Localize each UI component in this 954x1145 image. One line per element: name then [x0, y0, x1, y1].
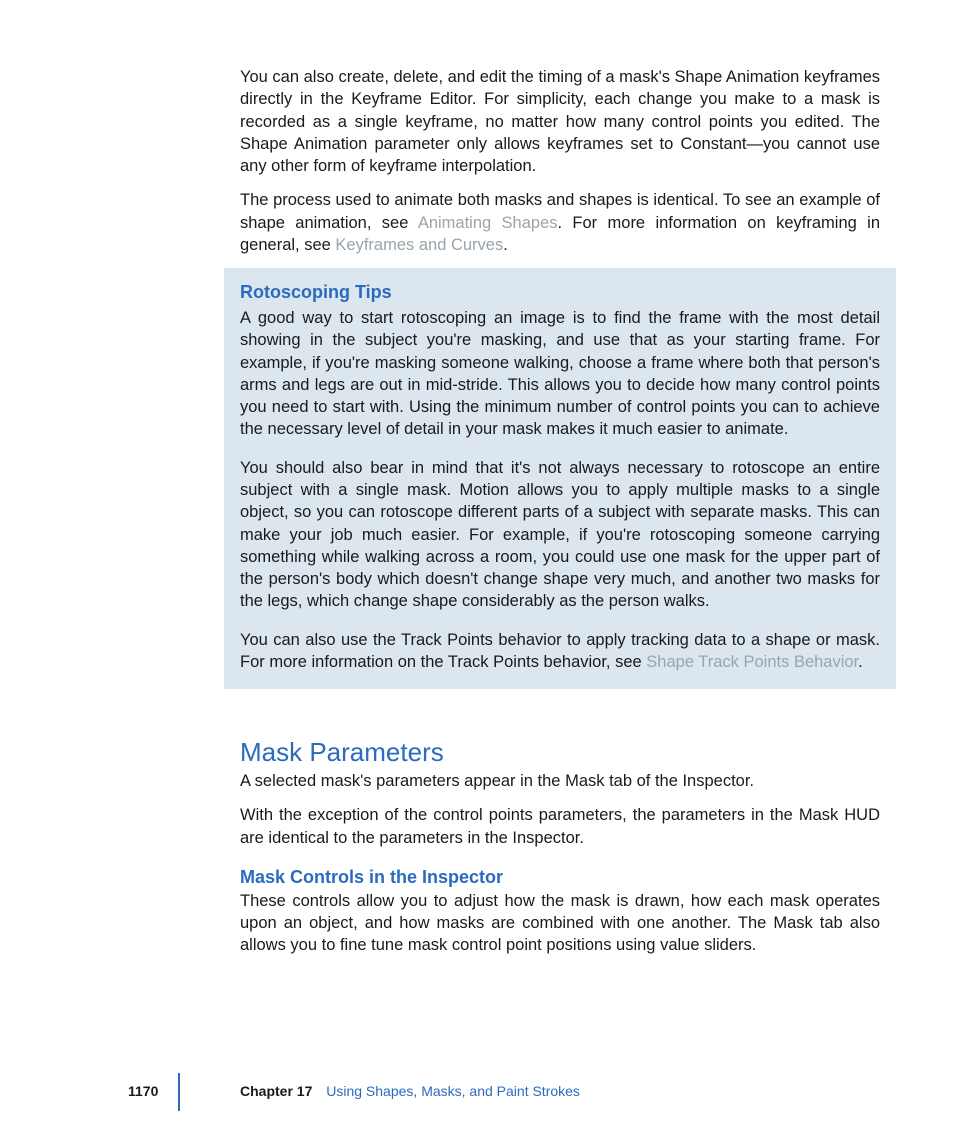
tip-box-paragraph: You can also use the Track Points behavi… [240, 629, 880, 674]
document-page: You can also create, delete, and edit th… [0, 0, 954, 1145]
page-number: 1170 [128, 1083, 158, 1099]
body-paragraph: With the exception of the control points… [240, 804, 880, 849]
tip-box-paragraph: You should also bear in mind that it's n… [240, 457, 880, 613]
body-paragraph: These controls allow you to adjust how t… [240, 890, 880, 957]
tip-box-title: Rotoscoping Tips [240, 282, 880, 303]
body-paragraph: A selected mask's parameters appear in t… [240, 770, 880, 792]
footer-divider [178, 1073, 180, 1111]
link-animating-shapes[interactable]: Animating Shapes [418, 214, 558, 232]
body-paragraph: The process used to animate both masks a… [240, 189, 880, 256]
tip-box: Rotoscoping Tips A good way to start rot… [224, 268, 896, 689]
tip-box-paragraph: A good way to start rotoscoping an image… [240, 307, 880, 441]
text-run: . [858, 653, 863, 671]
chapter-title: Using Shapes, Masks, and Paint Strokes [326, 1083, 580, 1099]
page-footer: 1170 Chapter 17 Using Shapes, Masks, and… [0, 1083, 954, 1111]
chapter-reference: Chapter 17 Using Shapes, Masks, and Pain… [240, 1083, 580, 1099]
text-run: . [503, 236, 508, 254]
section-heading-mask-parameters: Mask Parameters [240, 737, 880, 768]
subheading-mask-controls: Mask Controls in the Inspector [240, 867, 880, 888]
link-shape-track-points-behavior[interactable]: Shape Track Points Behavior [646, 653, 858, 671]
chapter-label: Chapter 17 [240, 1083, 312, 1099]
body-paragraph: You can also create, delete, and edit th… [240, 66, 880, 177]
link-keyframes-and-curves[interactable]: Keyframes and Curves [335, 236, 503, 254]
main-content: You can also create, delete, and edit th… [240, 66, 880, 969]
